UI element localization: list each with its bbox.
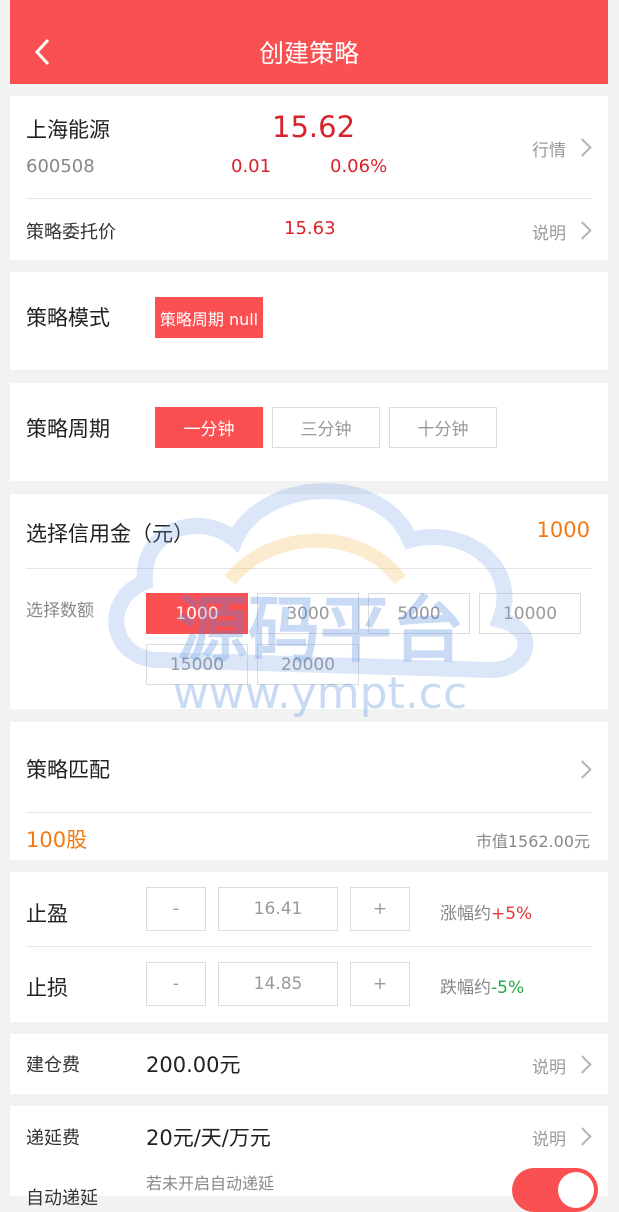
take-profit-pct: +5%	[491, 904, 533, 924]
match-label: 策略匹配	[26, 758, 110, 782]
stop-loss-note-text: 跌幅约	[440, 978, 491, 998]
divider	[26, 812, 592, 813]
market-value: 市值1562.00元	[475, 832, 590, 851]
period-option-1min[interactable]: 一分钟	[155, 407, 263, 448]
period-label: 策略周期	[26, 417, 110, 441]
stock-price: 15.62	[272, 110, 356, 144]
stop-loss-pct: -5%	[491, 978, 525, 998]
app-frame: 创建策略 上海能源 600508 15.62 0.01 0.06% 行情 策略委…	[10, 0, 608, 1212]
open-fee-card: 建仓费 200.00元 说明	[10, 1034, 608, 1094]
entrust-label: 策略委托价	[26, 222, 116, 243]
mode-option-button[interactable]: 策略周期 null	[155, 297, 263, 338]
amount-option-10000[interactable]: 10000	[479, 593, 581, 634]
profit-loss-card: 止盈 - 16.41 + 涨幅约+5% 止损 - 14.85 + 跌幅约-5%	[10, 872, 608, 1022]
defer-fee-help-link[interactable]: 说明	[532, 1125, 566, 1150]
credit-value: 1000	[536, 518, 590, 542]
chevron-right-icon[interactable]	[573, 1127, 592, 1146]
open-fee-help-link[interactable]: 说明	[532, 1053, 566, 1078]
strategy-mode-card: 策略模式 策略周期 null	[10, 272, 608, 370]
stop-loss-label: 止损	[26, 976, 68, 1000]
stop-loss-increase-button[interactable]: +	[350, 962, 410, 1006]
take-profit-note-text: 涨幅约	[440, 904, 491, 924]
chevron-right-icon[interactable]	[573, 138, 592, 157]
amount-option-5000[interactable]: 5000	[368, 593, 470, 634]
stock-card: 上海能源 600508 15.62 0.01 0.06% 行情 策略委托价 15…	[10, 96, 608, 260]
period-option-3min[interactable]: 三分钟	[272, 407, 380, 448]
divider	[26, 946, 592, 947]
credit-label: 选择信用金（元）	[26, 522, 194, 546]
take-profit-note: 涨幅约+5%	[440, 899, 532, 924]
mode-label: 策略模式	[26, 306, 110, 330]
auto-defer-toggle[interactable]	[512, 1168, 598, 1212]
stop-loss-input[interactable]: 14.85	[218, 962, 338, 1006]
strategy-match-card: 策略匹配 100股 市值1562.00元	[10, 722, 608, 860]
take-profit-input[interactable]: 16.41	[218, 887, 338, 931]
toggle-knob	[558, 1172, 594, 1208]
take-profit-increase-button[interactable]: +	[350, 887, 410, 931]
entrust-help-link[interactable]: 说明	[532, 219, 566, 244]
amount-option-15000[interactable]: 15000	[146, 644, 248, 685]
credit-card: 选择信用金（元） 1000 选择数额 1000 3000 5000 10000 …	[10, 494, 608, 709]
divider	[26, 198, 592, 199]
period-option-10min[interactable]: 十分钟	[389, 407, 497, 448]
amount-label: 选择数额	[26, 601, 94, 621]
page-title: 创建策略	[258, 39, 359, 68]
amount-option-1000[interactable]: 1000	[146, 593, 248, 634]
take-profit-decrease-button[interactable]: -	[146, 887, 206, 931]
amount-option-20000[interactable]: 20000	[257, 644, 359, 685]
stock-code: 600508	[26, 156, 95, 177]
take-profit-label: 止盈	[26, 902, 68, 926]
amount-option-3000[interactable]: 3000	[257, 593, 359, 634]
chevron-right-icon[interactable]	[573, 1055, 592, 1074]
open-fee-value: 200.00元	[146, 1053, 241, 1077]
market-link[interactable]: 行情	[532, 136, 566, 161]
stock-change-pct: 0.06%	[330, 156, 388, 177]
header-bar: 创建策略	[10, 0, 608, 84]
open-fee-label: 建仓费	[26, 1055, 80, 1076]
strategy-period-card: 策略周期 一分钟 三分钟 十分钟	[10, 383, 608, 481]
chevron-right-icon[interactable]	[573, 221, 592, 240]
stock-name: 上海能源	[26, 118, 110, 142]
chevron-right-icon[interactable]	[573, 760, 592, 779]
divider	[26, 568, 592, 569]
entrust-value: 15.63	[284, 218, 336, 239]
auto-defer-note: 若未开启自动递延	[146, 1174, 275, 1193]
defer-fee-value: 20元/天/万元	[146, 1126, 271, 1150]
auto-defer-label: 自动递延	[26, 1188, 98, 1209]
defer-fee-label: 递延费	[26, 1128, 80, 1149]
stop-loss-decrease-button[interactable]: -	[146, 962, 206, 1006]
stop-loss-note: 跌幅约-5%	[440, 973, 524, 998]
stock-change: 0.01	[231, 156, 272, 177]
match-shares: 100股	[26, 828, 88, 852]
